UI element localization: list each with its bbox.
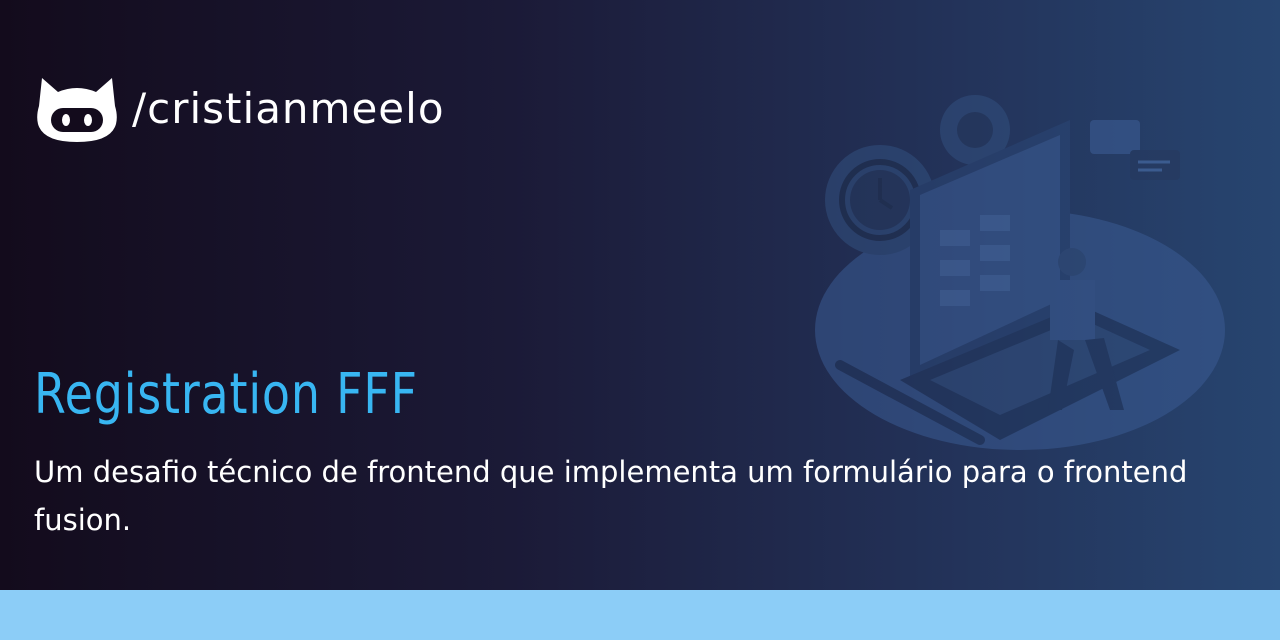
project-description: Um desafio técnico de frontend que imple… [34, 455, 1188, 537]
project-title: Registration FFF [34, 362, 418, 427]
username: /cristianmeelo [132, 83, 445, 133]
bottom-accent-bar [0, 590, 1280, 640]
header: /cristianmeelo [36, 72, 445, 144]
github-octocat-icon [37, 78, 117, 142]
social-card: /cristianmeelo Registration FFF Um desaf… [0, 0, 1280, 640]
developer-laptop-illustration [815, 95, 1225, 450]
